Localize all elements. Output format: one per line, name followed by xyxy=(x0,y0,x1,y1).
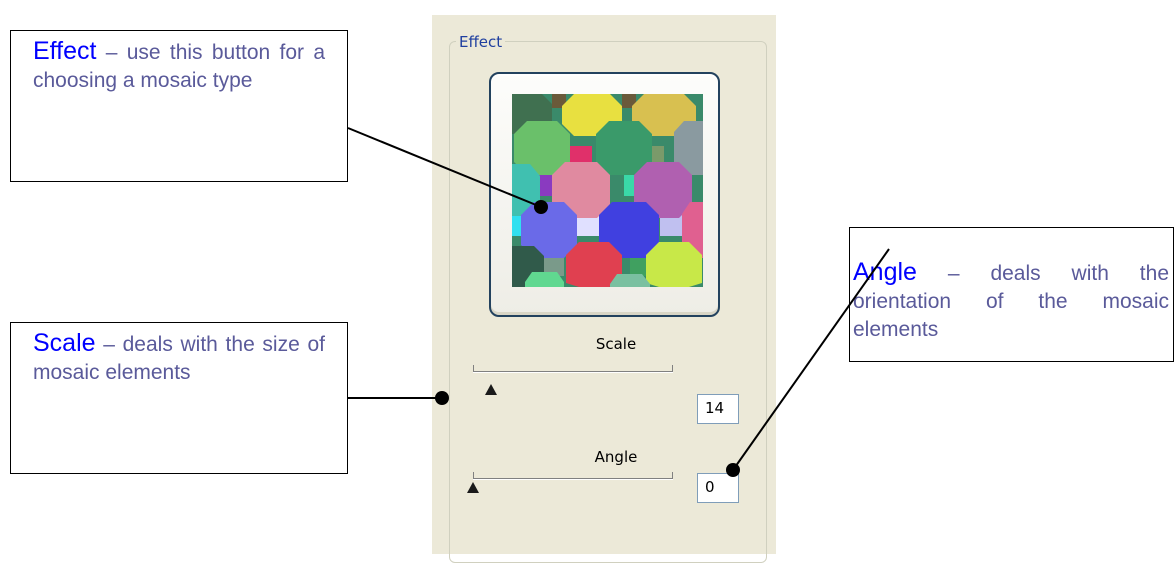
scale-label: Scale xyxy=(595,335,637,353)
angle-label: Angle xyxy=(594,448,638,466)
scale-slider-track[interactable] xyxy=(473,365,673,373)
effect-panel: Effect Scale 14 Angle 0 xyxy=(432,15,776,563)
scale-slider-thumb[interactable] xyxy=(485,384,497,395)
effect-callout-keyword: Effect xyxy=(33,37,97,65)
angle-callout-keyword: Angle xyxy=(853,258,917,286)
angle-slider-thumb[interactable] xyxy=(467,482,479,493)
effect-button[interactable] xyxy=(489,72,720,317)
effect-group-label: Effect xyxy=(456,33,506,51)
scale-callout: Scale – deals with the size of mosaic el… xyxy=(10,322,348,474)
angle-callout: Angle – deals with the orientation of th… xyxy=(849,227,1174,362)
angle-value-input[interactable]: 0 xyxy=(697,473,739,503)
scale-callout-keyword: Scale xyxy=(33,329,96,357)
scale-value-input[interactable]: 14 xyxy=(697,394,739,424)
mosaic-preview-icon xyxy=(512,94,703,287)
effect-callout: Effect – use this button for a choosing … xyxy=(10,30,348,182)
angle-slider-track[interactable] xyxy=(473,472,673,480)
